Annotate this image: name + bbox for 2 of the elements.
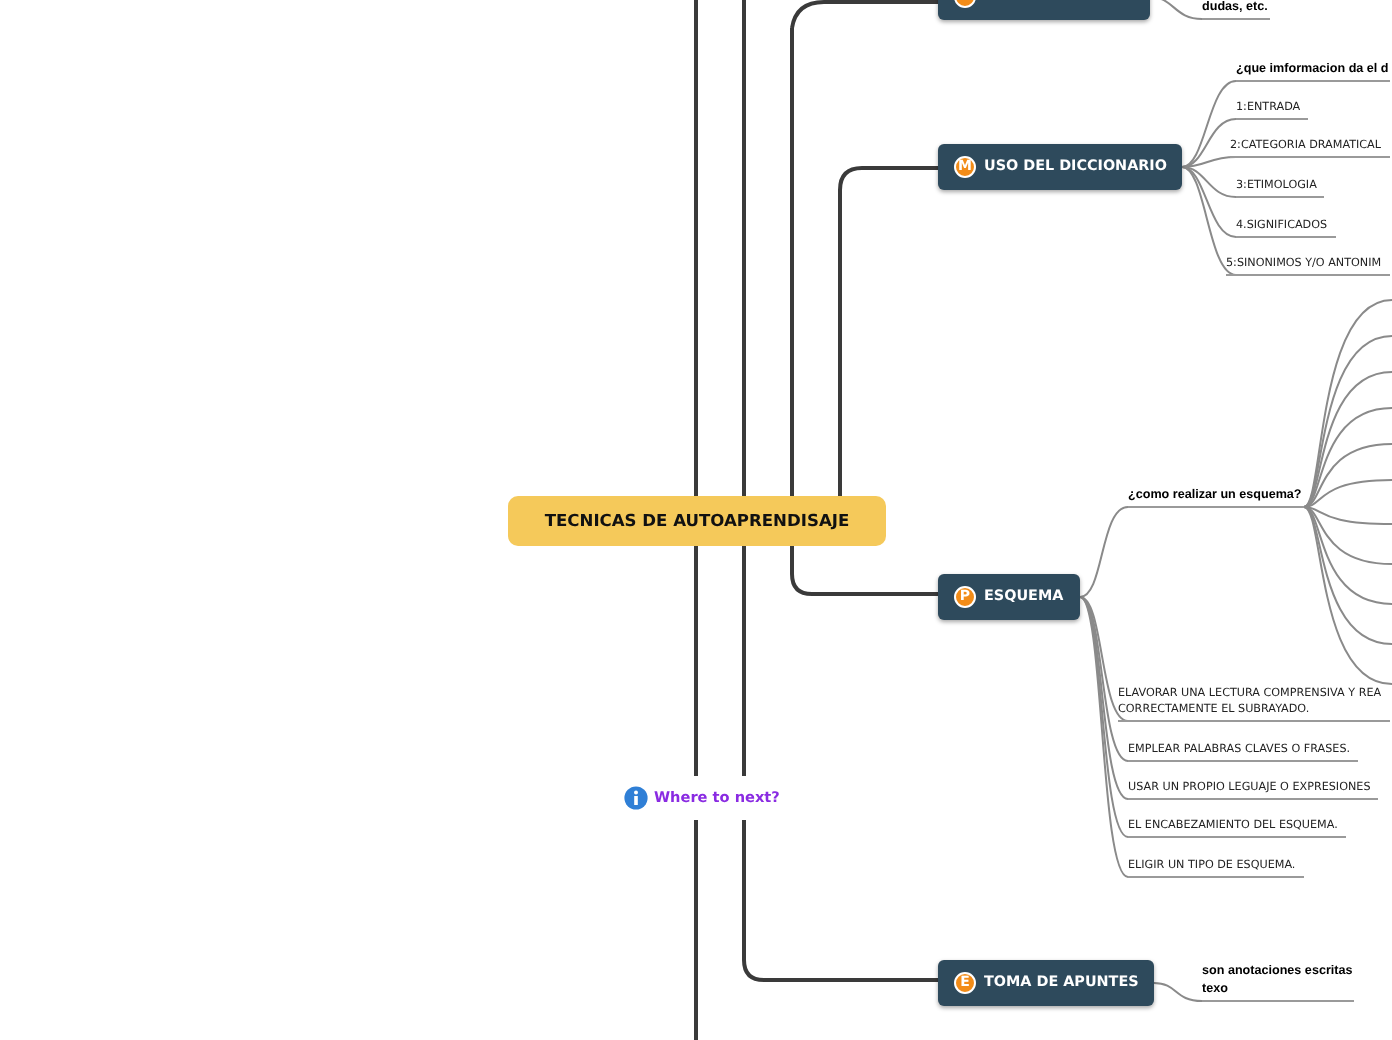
central-topic[interactable]: TECNICAS DE AUTOAPRENDISAJE xyxy=(508,496,886,546)
connector-line xyxy=(1153,982,1203,1002)
